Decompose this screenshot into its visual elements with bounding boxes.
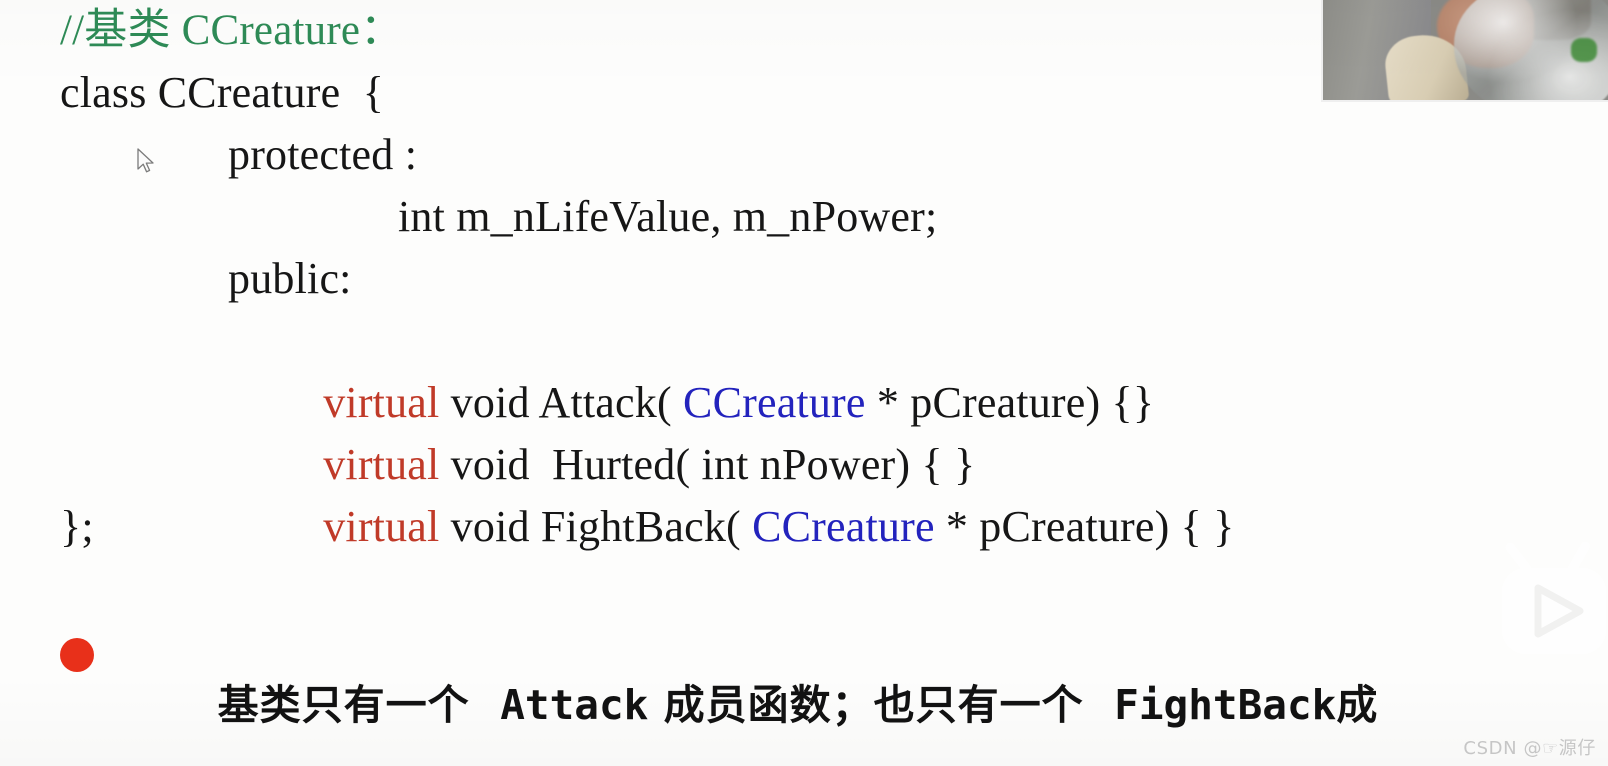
webcam-thumbnail[interactable] xyxy=(1321,0,1608,102)
code-line-class-end: }; xyxy=(60,502,94,551)
bullet-l1-attack: Attack xyxy=(500,681,649,729)
bullet-dot-icon xyxy=(60,638,94,672)
type-ccreature: CCreature xyxy=(752,502,935,551)
bullet-l1-part-c: 成 xyxy=(1336,681,1379,729)
code-line-fightback-method: virtual void FightBack( CCreature * pCre… xyxy=(256,434,1234,620)
webcam-green-accent xyxy=(1570,38,1597,62)
mouse-pointer-icon xyxy=(136,148,158,176)
code-line-class-declaration: class CCreature { xyxy=(60,68,385,117)
keyword-virtual: virtual xyxy=(323,502,440,551)
fightback-signature-tail: * pCreature) { } xyxy=(934,502,1235,551)
csdn-watermark: CSDN @☞源仔 xyxy=(1463,738,1596,759)
bullet-text: 基类只有一个 Attack 成员函数；也只有一个 FightBack成 员函数；… xyxy=(126,618,1608,766)
bullet-l1-fightback: FightBack xyxy=(1114,681,1337,729)
bullet-l1-part-a: 基类只有一个 xyxy=(217,681,501,729)
bullet-l1-part-b: 成员函数；也只有一个 xyxy=(648,681,1115,729)
code-line-public-label: public: xyxy=(228,254,352,303)
presentation-slide: //基类 CCreature： class CCreature { protec… xyxy=(0,0,1608,766)
code-line-member-variables: int m_nLifeValue, m_nPower; xyxy=(398,192,938,241)
fightback-signature-head: void FightBack( xyxy=(439,502,753,551)
code-line-comment: //基类 CCreature： xyxy=(60,7,404,54)
bullet-line-1: 基类只有一个 Attack 成员函数；也只有一个 FightBack成 xyxy=(218,681,1379,729)
code-line-protected-label: protected : xyxy=(228,130,418,179)
